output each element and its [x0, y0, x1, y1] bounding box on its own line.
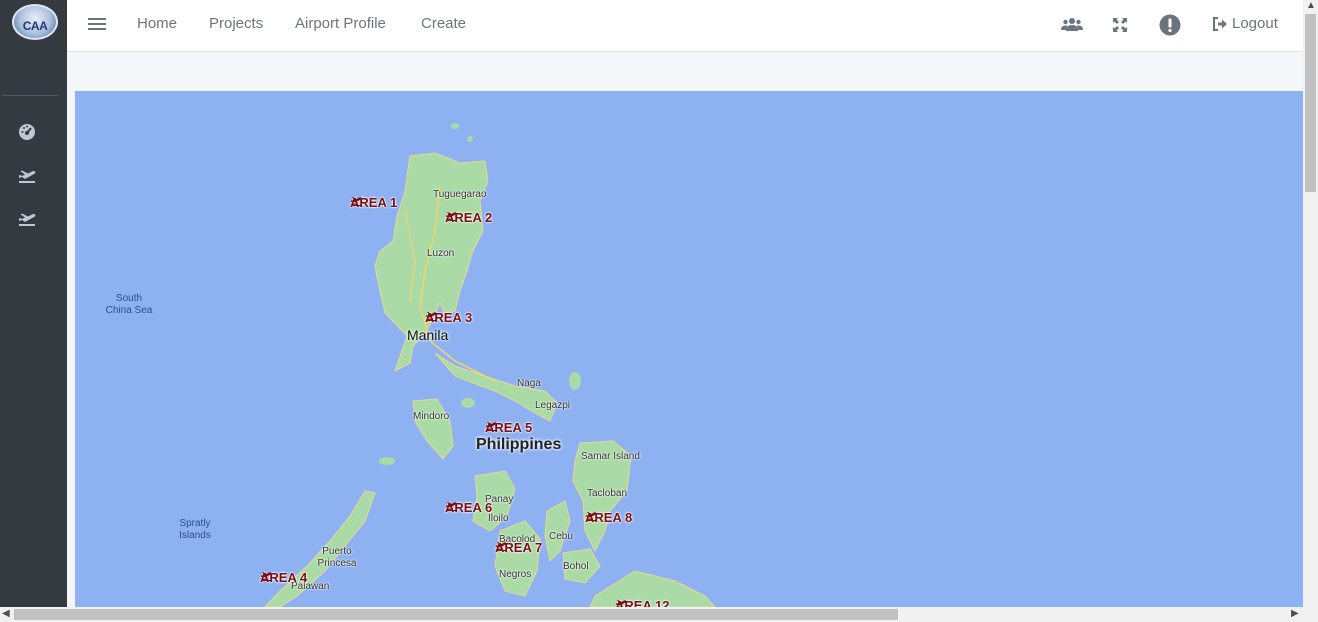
area-marker-12[interactable]: AREA 12	[615, 598, 669, 607]
scroll-right-icon[interactable]: ▶	[1291, 608, 1299, 619]
place-puerto-princesa: Puerto Princesa	[317, 546, 357, 569]
sidebar-divider	[2, 95, 58, 96]
horizontal-scroll-thumb[interactable]	[14, 609, 898, 620]
scroll-left-icon[interactable]: ◀	[2, 608, 10, 619]
plane-departure-icon	[19, 213, 36, 226]
plane-departure-icon	[19, 170, 36, 183]
vertical-scrollbar[interactable]: ▲	[1303, 0, 1318, 607]
nav-create[interactable]: Create	[421, 15, 466, 32]
area-marker-4[interactable]: AREA 4	[260, 570, 307, 585]
area-marker-5[interactable]: AREA 5	[485, 420, 532, 435]
logout-link[interactable]: Logout	[1212, 15, 1278, 32]
place-mindoro: Mindoro	[413, 411, 450, 422]
fullscreen-icon[interactable]	[1109, 14, 1131, 36]
nav-airport-profile[interactable]: Airport Profile	[295, 15, 386, 32]
place-tacloban: Tacloban	[587, 488, 628, 499]
nav-projects[interactable]: Projects	[209, 15, 263, 32]
sidebar-item-dashboard[interactable]	[16, 121, 38, 143]
place-bohol: Bohol	[563, 561, 589, 572]
place-tuguegarao: Tuguegarao	[433, 189, 487, 200]
area-marker-6[interactable]: AREA 6	[445, 500, 492, 515]
plane-icon	[261, 572, 272, 581]
logo-text: CAA	[22, 19, 48, 33]
top-navbar: Home Projects Airport Profile Create Log…	[67, 0, 1303, 52]
users-icon[interactable]	[1061, 14, 1083, 36]
caa-logo[interactable]: CAA	[12, 4, 58, 40]
plane-icon	[496, 542, 507, 551]
scroll-up-icon[interactable]: ▲	[1306, 0, 1316, 11]
vertical-scroll-thumb[interactable]	[1305, 14, 1316, 192]
sidebar-item-departures-2[interactable]	[16, 207, 38, 229]
place-legazpi: Legazpi	[535, 400, 571, 411]
place-manila: Manila	[407, 327, 449, 343]
sidebar-item-departures[interactable]	[16, 164, 38, 186]
place-naga: Naga	[517, 378, 541, 389]
plane-icon	[426, 312, 437, 321]
area-marker-1[interactable]: AREA 1	[350, 195, 397, 210]
plane-icon	[351, 197, 362, 206]
philippines-map[interactable]: Tuguegarao Luzon Manila Naga Legazpi Min…	[75, 91, 1303, 607]
place-philippines: Philippines	[476, 436, 562, 453]
dashboard-icon	[19, 124, 35, 140]
place-samar-island: Samar Island	[581, 451, 640, 462]
plane-icon	[616, 600, 627, 606]
sea-south-china-sea: South China Sea	[105, 293, 153, 316]
brand[interactable]: CAA	[0, 0, 67, 52]
place-negros: Negros	[499, 569, 532, 580]
plane-icon	[446, 212, 457, 221]
map-landmass	[264, 123, 716, 607]
area-marker-2[interactable]: AREA 2	[445, 210, 492, 225]
place-cebu: Cebu	[549, 531, 573, 542]
logout-label: Logout	[1232, 15, 1278, 32]
area-marker-7[interactable]: AREA 7	[495, 540, 542, 555]
area-marker-3[interactable]: AREA 3	[425, 310, 472, 325]
area-marker-8[interactable]: AREA 8	[585, 510, 632, 525]
menu-toggle-icon[interactable]	[88, 15, 106, 35]
sea-spratly-islands: Spratly Islands	[179, 518, 211, 541]
alert-icon[interactable]	[1159, 14, 1181, 36]
nav-home[interactable]: Home	[137, 15, 177, 32]
horizontal-scrollbar[interactable]: ◀ ▶	[0, 607, 1318, 622]
place-luzon: Luzon	[427, 248, 455, 259]
plane-icon	[586, 512, 597, 521]
plane-icon	[486, 422, 497, 431]
sidebar: CAA	[0, 0, 67, 607]
plane-icon	[446, 502, 457, 511]
sign-out-icon	[1213, 16, 1227, 31]
